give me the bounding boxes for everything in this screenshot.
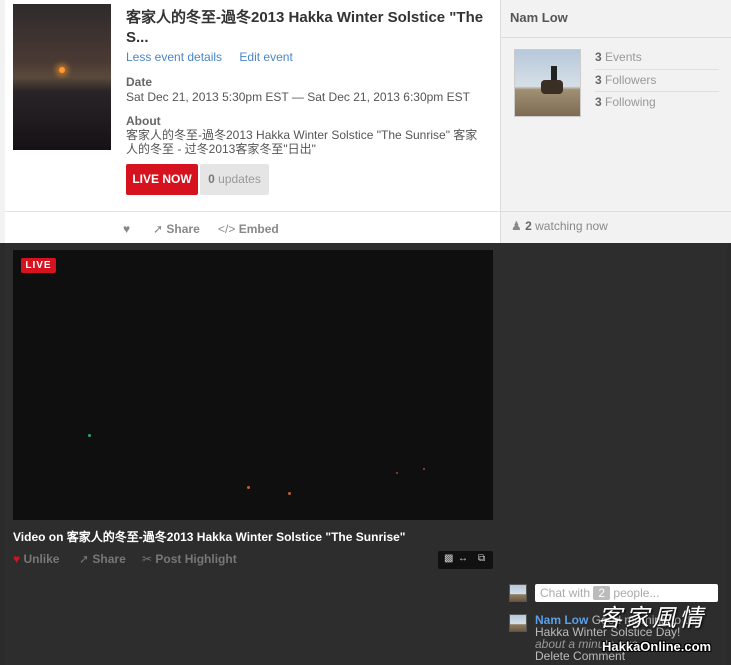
about-label: About [126, 114, 161, 128]
video-tools: ▩ ↔ ⧉ [438, 551, 493, 569]
watermark-site: HakkaOnline.com [602, 639, 712, 654]
heart-icon[interactable]: ♥ [123, 222, 130, 236]
light-dot [396, 472, 398, 474]
date-value: Sat Dec 21, 2013 5:30pm EST — Sat Dec 21… [126, 90, 470, 104]
date-label: Date [126, 75, 153, 89]
owner-stats: 3 Events 3 Followers 3 Following [595, 47, 719, 115]
updates-button[interactable]: 0 updates [200, 164, 269, 195]
less-details-link[interactable]: Less event details [126, 50, 222, 64]
live-badge: LIVE [21, 258, 56, 273]
light-dot [247, 486, 250, 489]
followers-count: 3 [595, 72, 602, 87]
light-dot [423, 468, 425, 470]
updates-count: 0 [208, 172, 215, 186]
event-header: 客家人的冬至-過冬2013 Hakka Winter Solstice "The… [0, 0, 731, 243]
horse-shape [541, 80, 563, 94]
video-caption: Video on 客家人的冬至-過冬2013 Hakka Winter Sols… [13, 530, 406, 544]
share-label: Share [166, 222, 200, 236]
sun-shape [59, 67, 65, 73]
updates-label: updates [218, 172, 261, 186]
person-icon: ♟ [511, 219, 522, 233]
share-button[interactable]: ➚ Share [153, 222, 200, 236]
followers-stat[interactable]: 3 Followers [595, 70, 719, 92]
followers-label: Followers [605, 72, 657, 87]
watching-label: watching now [535, 219, 608, 233]
following-stat[interactable]: 3 Following [595, 92, 719, 115]
owner-avatar[interactable] [514, 49, 581, 117]
owner-card: Nam Low 3 Events 3 Followers 3 Following… [500, 0, 731, 243]
events-count: 3 [595, 50, 602, 64]
resize-icon[interactable]: ↔ [458, 553, 468, 564]
divider [501, 211, 731, 212]
heart-icon: ♥ [13, 552, 21, 566]
events-label: Events [605, 50, 642, 64]
watching-now: ♟ 2 watching now [511, 219, 608, 233]
following-label: Following [605, 95, 656, 109]
event-thumbnail[interactable] [13, 4, 111, 150]
owner-name[interactable]: Nam Low [510, 10, 568, 25]
live-now-button[interactable]: LIVE NOW [126, 164, 198, 195]
embed-button[interactable]: </> Embed [218, 222, 279, 236]
light-dot [88, 434, 91, 437]
unlike-label: Unlike [23, 552, 60, 566]
video-share-label: Share [92, 552, 126, 566]
video-player[interactable] [13, 250, 493, 520]
divider [501, 37, 731, 38]
watching-count: 2 [525, 219, 532, 233]
chat-user-avatar [509, 584, 527, 602]
edit-event-link[interactable]: Edit event [239, 50, 292, 64]
chat-placeholder-prefix: Chat with [540, 586, 591, 600]
post-highlight-button[interactable]: ✂ Post Highlight [142, 552, 237, 566]
post-highlight-label: Post Highlight [155, 552, 237, 566]
event-page: 客家人的冬至-過冬2013 Hakka Winter Solstice "The… [0, 0, 731, 665]
embed-label: Embed [238, 222, 279, 236]
comment-icon[interactable]: ▩ [444, 553, 453, 564]
event-title: 客家人的冬至-過冬2013 Hakka Winter Solstice "The… [126, 9, 484, 46]
event-actions-bar: ♥ ➚ Share </> Embed [5, 211, 500, 243]
about-text: 客家人的冬至-過冬2013 Hakka Winter Solstice "The… [126, 128, 478, 156]
unlike-button[interactable]: ♥ Unlike [13, 552, 59, 566]
popout-icon[interactable]: ⧉ [478, 553, 485, 564]
chat-message-avatar[interactable] [509, 614, 527, 632]
events-stat[interactable]: 3 Events [595, 47, 719, 70]
video-share-button[interactable]: ➚ Share [79, 552, 126, 566]
watermark-chars: 客家風情 [598, 604, 706, 632]
event-links: Less event details Edit event [126, 50, 307, 64]
light-dot [288, 492, 291, 495]
following-count: 3 [595, 95, 602, 109]
